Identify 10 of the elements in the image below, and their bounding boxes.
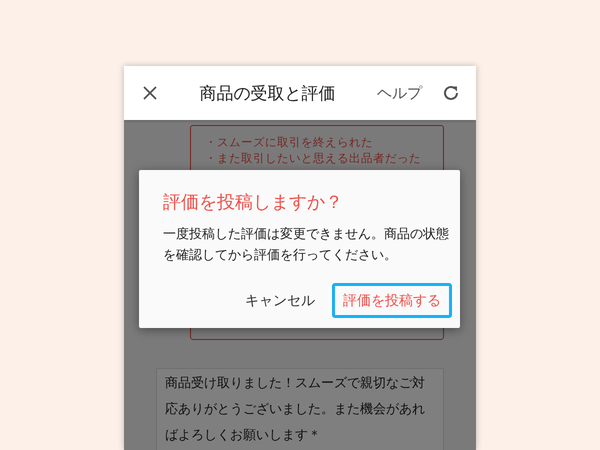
checklist-item: ・また取引したいと思える出品者だった xyxy=(205,150,422,166)
dialog-title: 評価を投稿しますか？ xyxy=(163,191,344,214)
comment-field[interactable]: 商品受け取りました！スムーズで親切なご対応ありがとうございました。また機会があればよろしくお願いします＊ xyxy=(156,368,444,450)
refresh-icon[interactable] xyxy=(442,84,460,102)
header-title: 商品の受取と評価 xyxy=(198,82,336,104)
cancel-button[interactable]: キャンセル xyxy=(234,283,326,318)
dialog-message: 一度投稿した評価は変更できません。商品の状態を確認してから評価を行ってください。 xyxy=(163,226,450,265)
checklist-item: ・スムーズに取引を終えられた xyxy=(205,134,374,150)
close-icon[interactable] xyxy=(142,85,158,101)
help-link[interactable]: ヘルプ xyxy=(377,84,422,102)
